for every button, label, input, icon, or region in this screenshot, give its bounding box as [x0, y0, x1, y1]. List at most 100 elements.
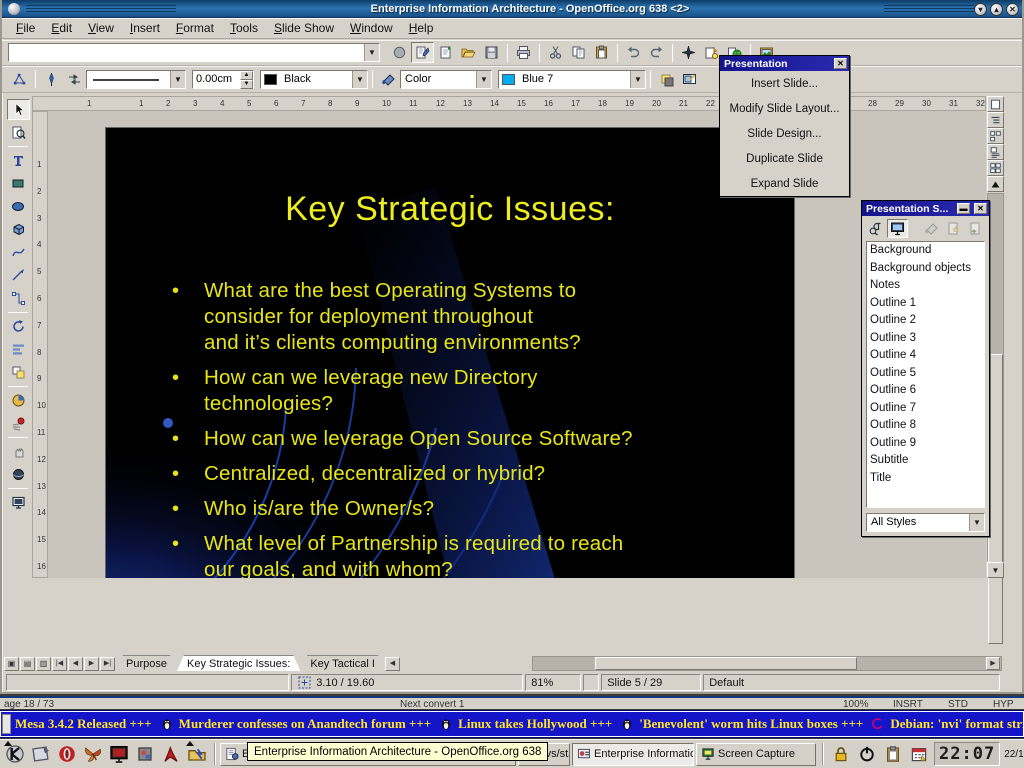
close-icon[interactable]: ✕ [974, 203, 987, 214]
minimize-button[interactable]: ▾ [974, 3, 987, 16]
presentation-box-button[interactable] [678, 69, 701, 90]
presentation-toolbar-titlebar[interactable]: Presentation ✕ [720, 56, 849, 71]
menu-edit[interactable]: Edit [43, 19, 80, 37]
style-outline-1[interactable]: Outline 1 [867, 295, 984, 313]
ticker-handle[interactable] [2, 714, 11, 734]
rectangle-tool-button[interactable] [7, 173, 30, 194]
scroll-down-icon[interactable]: ▼ [987, 562, 1004, 578]
task-enterprise-information-a[interactable]: Enterprise Information A [572, 743, 694, 766]
vertical-ruler[interactable]: 12345678910111213141516171819 [32, 111, 48, 578]
slide[interactable]: Key Strategic Issues: •What are the best… [105, 127, 795, 578]
chevron-down-icon[interactable]: ▼ [364, 44, 379, 61]
open-button[interactable] [457, 42, 480, 63]
layout-mode-button[interactable]: ▣ [4, 657, 19, 671]
style-outline-6[interactable]: Outline 6 [867, 382, 984, 400]
bullet-item[interactable]: •How can we leverage new Directorytechno… [172, 365, 780, 417]
connector-tool-button[interactable] [7, 288, 30, 309]
notes-view-button[interactable] [987, 144, 1004, 160]
line-dialog-button[interactable] [40, 69, 63, 90]
desktop-launcher[interactable] [28, 742, 54, 767]
slides-view-button[interactable] [987, 128, 1004, 144]
presentation-item-slide-design[interactable]: Slide Design... [720, 121, 849, 146]
slide-title[interactable]: Key Strategic Issues: [106, 190, 794, 229]
spin-down-icon[interactable]: ▼ [240, 80, 253, 89]
title-bar[interactable]: Enterprise Information Architecture - Op… [2, 0, 1022, 18]
horizontal-scrollbar-thumb[interactable] [595, 657, 857, 670]
paragraph-styles-button[interactable] [865, 219, 886, 238]
bullet-item[interactable]: •Centralized, decentralized or hybrid? [172, 461, 780, 487]
style-outline-9[interactable]: Outline 9 [867, 435, 984, 453]
style-outline-4[interactable]: Outline 4 [867, 347, 984, 365]
arrange-tool-button[interactable] [7, 362, 30, 383]
spin-up-icon[interactable]: ▲ [240, 71, 253, 80]
start-show-button[interactable] [987, 176, 1004, 192]
task-screen-capture[interactable]: Screen Capture [696, 743, 816, 766]
line-color-select[interactable]: Black ▼ [260, 70, 368, 89]
layout-mode-2-button[interactable]: ▤ [20, 657, 35, 671]
slide-tab-key-strategic-issues[interactable]: Key Strategic Issues: [177, 655, 300, 671]
line-color-value[interactable]: Black [280, 71, 352, 88]
ticker-item[interactable]: 'Benevolent' worm hits Linux boxes +++ [618, 716, 863, 732]
drawing-view-button[interactable] [987, 96, 1004, 112]
style-outline-3[interactable]: Outline 3 [867, 330, 984, 348]
new-style-button[interactable] [943, 219, 964, 238]
vertical-scrollbar-thumb[interactable] [988, 354, 1003, 644]
menu-slide-show[interactable]: Slide Show [266, 19, 342, 37]
calendar-applet[interactable] [906, 742, 932, 767]
first-slide-button[interactable]: |◀ [52, 657, 67, 671]
presentation-styles-button[interactable] [887, 219, 908, 238]
dock-icon[interactable]: ▬ [957, 203, 970, 214]
bullet-item[interactable]: •What level of Partnership is required t… [172, 531, 780, 578]
line-style-select[interactable]: ▼ [86, 70, 186, 89]
fill-format-button[interactable] [921, 219, 942, 238]
object3d-tool-button[interactable] [7, 219, 30, 240]
style-outline-7[interactable]: Outline 7 [867, 400, 984, 418]
redo-button[interactable] [645, 42, 668, 63]
undo-button[interactable] [622, 42, 645, 63]
style-filter-value[interactable]: All Styles [867, 514, 969, 531]
butterfly-launcher[interactable] [80, 742, 106, 767]
clipboard-applet[interactable] [880, 742, 906, 767]
screenshot-launcher[interactable] [132, 742, 158, 767]
style-filter-select[interactable]: All Styles ▼ [866, 513, 985, 532]
line-width-value[interactable]: 0.00cm [193, 71, 240, 88]
kmenu-launcher[interactable] [2, 742, 28, 767]
controller3d-tool-button[interactable] [7, 464, 30, 485]
style-notes[interactable]: Notes [867, 277, 984, 295]
logout-button[interactable] [854, 742, 880, 767]
konqueror-launcher[interactable] [184, 742, 210, 767]
chevron-down-icon[interactable]: ▼ [969, 514, 984, 531]
fill-type-value[interactable]: Color [401, 71, 476, 88]
cut-button[interactable] [544, 42, 567, 63]
menu-help[interactable]: Help [401, 19, 442, 37]
navigator-button[interactable] [677, 42, 700, 63]
style-background-objects[interactable]: Background objects [867, 260, 984, 278]
fill-color-value[interactable]: Blue 7 [518, 71, 630, 88]
print-button[interactable] [512, 42, 535, 63]
screen-tool-button[interactable] [7, 492, 30, 513]
style-subtitle[interactable]: Subtitle [867, 452, 984, 470]
stylist-titlebar[interactable]: Presentation S... ▬ ✕ [862, 201, 989, 216]
slide-tab-key-tactical-i[interactable]: Key Tactical I [300, 655, 385, 671]
monitor-launcher[interactable] [106, 742, 132, 767]
chevron-down-icon[interactable]: ▼ [170, 71, 185, 88]
ticker-item[interactable]: Mesa 3.4.2 Released +++ [15, 716, 152, 732]
menu-format[interactable]: Format [168, 19, 222, 37]
line-width-spinner[interactable]: 0.00cm ▲▼ [192, 70, 254, 89]
rotate-tool-button[interactable] [7, 316, 30, 337]
opera-launcher[interactable] [54, 742, 80, 767]
menu-view[interactable]: View [80, 19, 122, 37]
menu-tools[interactable]: Tools [222, 19, 266, 37]
chevron-down-icon[interactable]: ▼ [352, 71, 367, 88]
window-menu-icon[interactable] [8, 3, 20, 15]
chevron-down-icon[interactable]: ▼ [630, 71, 645, 88]
outline-view-button[interactable] [987, 112, 1004, 128]
url-value[interactable] [9, 44, 364, 61]
line-tool-button[interactable] [7, 265, 30, 286]
stop-button[interactable] [388, 42, 411, 63]
url-combobox[interactable]: ▼ [8, 43, 380, 62]
select-tool-button[interactable] [7, 99, 30, 120]
arrow-style-button[interactable] [63, 69, 86, 90]
area-dialog-button[interactable] [377, 69, 400, 90]
style-list[interactable]: BackgroundBackground objectsNotesOutline… [866, 241, 985, 508]
